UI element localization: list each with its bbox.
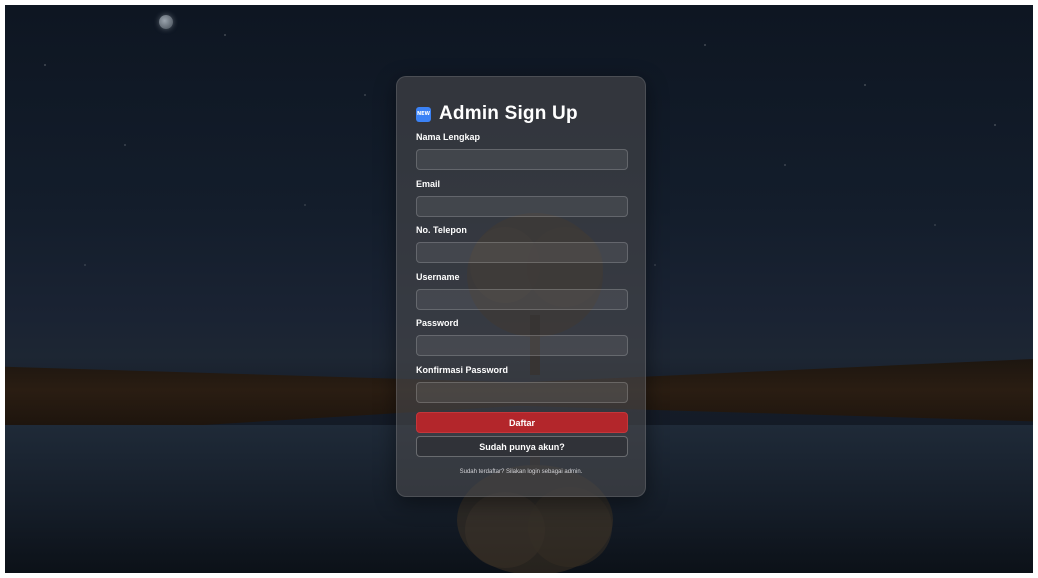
footnote-text: Sudah terdaftar? Silakan login sebagai a… bbox=[459, 469, 583, 475]
full-name-label: Nama Lengkap bbox=[416, 132, 481, 142]
phone-label: No. Telepon bbox=[416, 225, 467, 235]
email-label: Email bbox=[416, 179, 441, 189]
full-name-input[interactable] bbox=[416, 149, 628, 170]
moon-image bbox=[159, 15, 173, 29]
phone-field-group: No. Telepon bbox=[416, 224, 628, 263]
password-input[interactable] bbox=[416, 335, 628, 356]
signup-card: NEW Admin Sign Up Nama Lengkap Email No.… bbox=[396, 76, 646, 497]
full-name-field-group: Nama Lengkap bbox=[416, 131, 628, 170]
register-button[interactable]: Daftar bbox=[416, 412, 628, 433]
email-field-group: Email bbox=[416, 178, 628, 217]
username-label: Username bbox=[416, 272, 460, 282]
confirm-password-label: Konfirmasi Password bbox=[416, 365, 509, 375]
confirm-password-input[interactable] bbox=[416, 382, 628, 403]
phone-input[interactable] bbox=[416, 242, 628, 263]
login-link-button[interactable]: Sudah punya akun? bbox=[416, 436, 628, 457]
email-input[interactable] bbox=[416, 196, 628, 217]
password-field-group: Password bbox=[416, 317, 628, 356]
username-input[interactable] bbox=[416, 289, 628, 310]
confirm-password-field-group: Konfirmasi Password bbox=[416, 364, 628, 403]
page-title: Admin Sign Up bbox=[439, 103, 578, 124]
password-label: Password bbox=[416, 318, 459, 328]
username-field-group: Username bbox=[416, 271, 628, 310]
title-row: NEW Admin Sign Up bbox=[416, 103, 578, 125]
new-badge-icon: NEW bbox=[416, 106, 431, 122]
